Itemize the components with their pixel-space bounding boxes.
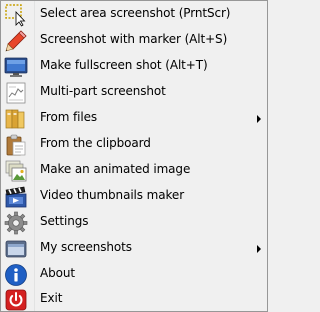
submenu-arrow-icon: [257, 245, 261, 253]
menu-item-label: Select area screenshot (PrntScr): [40, 6, 231, 20]
menu-item-label: Multi-part screenshot: [40, 84, 166, 98]
pencil-icon: [4, 29, 28, 53]
menu-item-exit[interactable]: Exit: [3, 287, 265, 312]
info-icon: [4, 263, 28, 287]
menu-item-fullscreen-shot[interactable]: Make fullscreen shot (Alt+T): [3, 54, 265, 79]
gear-icon: [4, 211, 28, 235]
menu-item-screenshot-with-marker[interactable]: Screenshot with marker (Alt+S): [3, 28, 265, 53]
menu-item-label: Exit: [40, 291, 63, 305]
menu-item-label: Make fullscreen shot (Alt+T): [40, 58, 208, 72]
clapperboard-icon: [4, 185, 28, 209]
menu-item-label: My screenshots: [40, 240, 132, 254]
menu-item-multi-part-screenshot[interactable]: Multi-part screenshot: [3, 80, 265, 105]
menu-item-from-clipboard[interactable]: From the clipboard: [3, 132, 265, 157]
menu-item-from-files[interactable]: From files: [3, 106, 265, 131]
menu-item-label: From the clipboard: [40, 136, 151, 150]
menu-item-video-thumbnails[interactable]: Video thumbnails maker: [3, 184, 265, 209]
submenu-arrow-icon: [257, 115, 261, 123]
files-icon: [4, 107, 28, 131]
clipboard-icon: [4, 133, 28, 157]
menu-item-label: Make an animated image: [40, 162, 191, 176]
multi-part-icon: [4, 81, 28, 105]
menu-item-label: Screenshot with marker (Alt+S): [40, 32, 228, 46]
menu-item-label: Settings: [40, 214, 89, 228]
power-icon: [4, 288, 28, 312]
menu-item-animated-image[interactable]: Make an animated image: [3, 158, 265, 183]
menu-item-settings[interactable]: Settings: [3, 210, 265, 235]
menu-item-about[interactable]: About: [3, 262, 265, 287]
menu-item-select-area[interactable]: Select area screenshot (PrntScr): [3, 2, 265, 27]
context-menu: Select area screenshot (PrntScr) Screens…: [0, 0, 268, 312]
select-area-icon: [4, 3, 28, 27]
screenshots-window-icon: [4, 237, 28, 261]
menu-item-my-screenshots[interactable]: My screenshots: [3, 236, 265, 261]
animated-image-icon: [4, 159, 28, 183]
menu-item-label: From files: [40, 110, 98, 124]
monitor-icon: [4, 55, 28, 79]
menu-item-label: About: [40, 266, 75, 280]
menu-item-label: Video thumbnails maker: [40, 188, 185, 202]
